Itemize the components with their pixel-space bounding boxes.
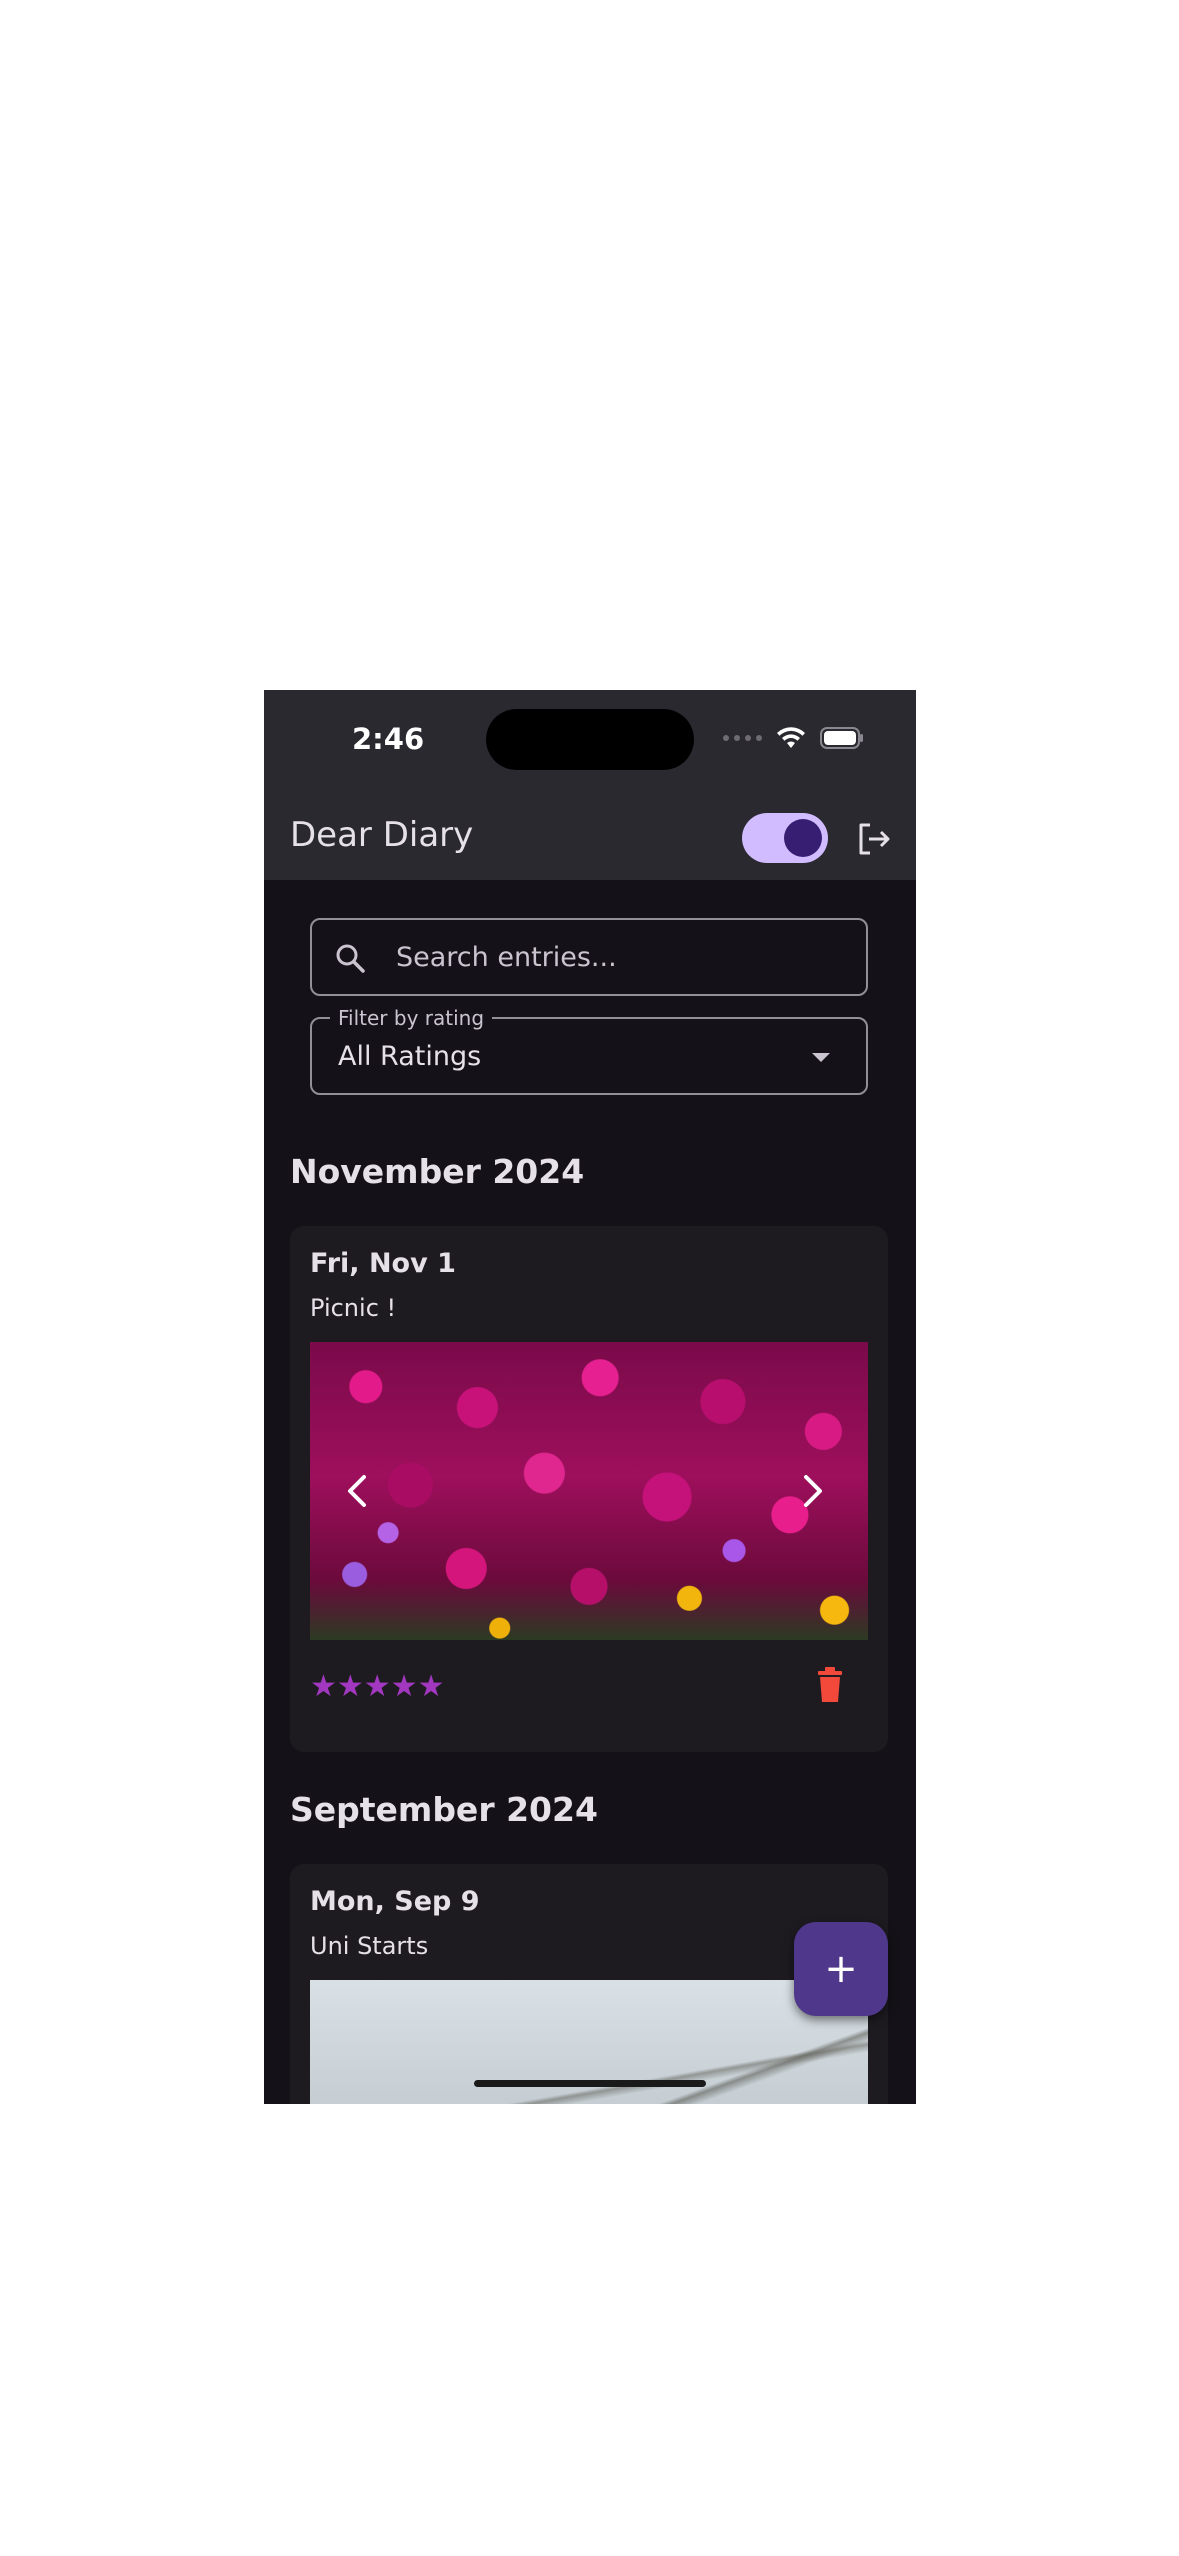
search-icon: [336, 944, 365, 973]
entry-date: Mon, Sep 9: [310, 1886, 480, 1917]
toggle-knob: [784, 819, 822, 857]
trash-icon[interactable]: [814, 1666, 846, 1704]
cellular-signal-icon: [723, 735, 762, 741]
dynamic-island: [486, 709, 694, 770]
status-bar: 2:46: [264, 690, 916, 795]
entry-title: Uni Starts: [310, 1932, 429, 1960]
month-header: November 2024: [290, 1152, 585, 1191]
logout-icon[interactable]: [856, 821, 892, 857]
star-icon: ★★★★★: [310, 1669, 445, 1704]
home-indicator: [474, 2080, 706, 2087]
rating-filter-dropdown[interactable]: Filter by rating All Ratings: [310, 1006, 868, 1095]
battery-icon: [820, 727, 863, 749]
chevron-right-icon[interactable]: [788, 1467, 836, 1515]
diary-entry-card[interactable]: Fri, Nov 1 Picnic ! ★★★★★: [290, 1226, 888, 1752]
add-entry-button[interactable]: +: [794, 1922, 888, 2016]
entry-photo[interactable]: [310, 1342, 868, 1640]
status-icons: [723, 726, 864, 750]
entry-date: Fri, Nov 1: [310, 1248, 456, 1279]
entry-title: Picnic !: [310, 1294, 397, 1322]
filter-label: Filter by rating: [330, 1006, 493, 1030]
search-input[interactable]: [396, 920, 836, 994]
star-rating: ★★★★★: [310, 1672, 444, 1702]
filter-selected-value: All Ratings: [338, 1041, 482, 1072]
month-header: September 2024: [290, 1790, 598, 1829]
search-field[interactable]: [310, 918, 868, 996]
app-screen: 2:46 Dear Diary Search entries... Filter…: [264, 690, 916, 2104]
theme-toggle[interactable]: [742, 813, 828, 863]
app-bar: Dear Diary: [264, 795, 916, 880]
plus-icon: +: [824, 1946, 858, 1992]
wifi-icon: [777, 727, 805, 748]
chevron-left-icon[interactable]: [334, 1467, 382, 1515]
status-time: 2:46: [352, 722, 425, 756]
app-title: Dear Diary: [290, 815, 474, 855]
arrow-drop-down-icon: [812, 1053, 830, 1062]
